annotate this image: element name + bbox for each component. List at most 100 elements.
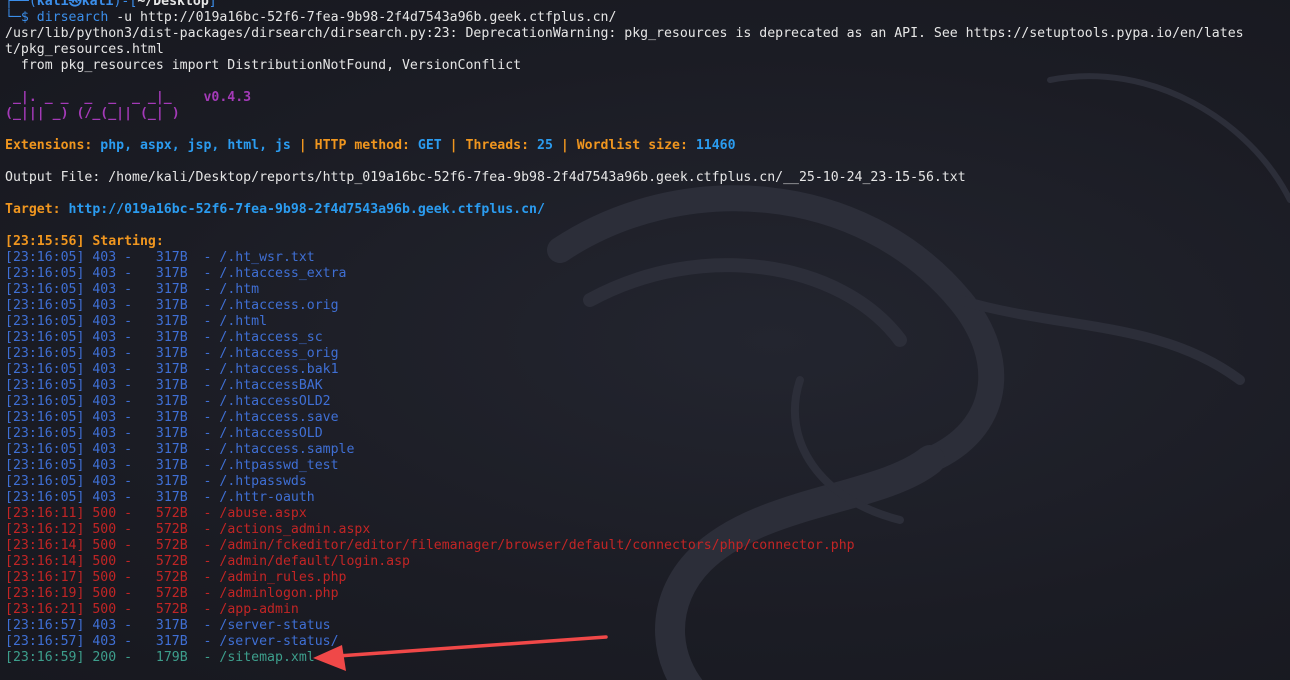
- result-time: [23:16:21]: [5, 602, 85, 617]
- result-size: 317B: [155, 442, 188, 457]
- result-size: 179B: [155, 650, 188, 665]
- result-row: [23:16:05] 403 - 317B - /.htaccessOLD2: [5, 394, 331, 409]
- result-row: [23:16:05] 403 - 317B - /.html: [5, 314, 268, 329]
- result-time: [23:16:57]: [5, 634, 85, 649]
- result-row: [23:16:11] 500 - 572B - /abuse.aspx: [5, 506, 307, 521]
- prompt-line-1: ┌──(kali㉿kali)-[~/Desktop]: [5, 0, 1290, 10]
- warning-line-3: from pkg_resources import DistributionNo…: [5, 58, 522, 73]
- result-size: 572B: [155, 570, 188, 585]
- result-size: 317B: [155, 266, 188, 281]
- result-size: 317B: [155, 250, 188, 265]
- result-path: /abuse.aspx: [219, 506, 307, 521]
- result-path: /.htaccess_orig: [219, 346, 339, 361]
- result-row: [23:16:05] 403 - 317B - /.htaccess_sc: [5, 330, 323, 345]
- result-size: 317B: [155, 330, 188, 345]
- result-row: [23:16:05] 403 - 317B - /.htaccess_orig: [5, 346, 339, 361]
- result-size: 317B: [155, 314, 188, 329]
- result-time: [23:16:14]: [5, 538, 85, 553]
- result-row: [23:16:57] 403 - 317B - /server-status/: [5, 634, 339, 649]
- result-size: 317B: [155, 618, 188, 633]
- result-status: 403: [92, 378, 117, 393]
- result-row: [23:16:59] 200 - 179B - /sitemap.xml: [5, 650, 315, 665]
- result-status: 403: [92, 394, 117, 409]
- result-status: 403: [92, 298, 117, 313]
- result-time: [23:16:05]: [5, 298, 85, 313]
- result-size: 572B: [155, 538, 188, 553]
- extensions-value: php, aspx, jsp, html, js: [100, 138, 291, 153]
- result-row: [23:16:05] 403 - 317B - /.htaccess_extra: [5, 266, 347, 281]
- result-row: [23:16:05] 403 - 317B - /.htm: [5, 282, 260, 297]
- result-time: [23:16:05]: [5, 346, 85, 361]
- result-status: 403: [92, 490, 117, 505]
- result-path: /sitemap.xml: [219, 650, 315, 665]
- threads-label: Threads:: [465, 138, 538, 153]
- result-status: 500: [92, 522, 117, 537]
- result-time: [23:16:05]: [5, 458, 85, 473]
- result-row: [23:16:21] 500 - 572B - /app-admin: [5, 602, 299, 617]
- config-separator: |: [552, 138, 577, 153]
- result-row: [23:16:05] 403 - 317B - /.htaccess.orig: [5, 298, 339, 313]
- result-row: [23:16:57] 403 - 317B - /server-status: [5, 618, 331, 633]
- result-status: 403: [92, 426, 117, 441]
- method-label: HTTP method:: [314, 138, 418, 153]
- prompt-user: kali: [36, 0, 69, 9]
- result-row: [23:16:05] 403 - 317B - /.htpasswds: [5, 474, 307, 489]
- result-size: 317B: [155, 474, 188, 489]
- result-row: [23:16:14] 500 - 572B - /admin/fckeditor…: [5, 538, 855, 553]
- prompt-host: kali: [81, 0, 114, 9]
- result-path: /admin/fckeditor/editor/filemanager/brow…: [219, 538, 855, 553]
- result-path: /.htaccessOLD2: [219, 394, 331, 409]
- result-time: [23:16:05]: [5, 410, 85, 425]
- result-status: 403: [92, 410, 117, 425]
- result-time: [23:16:05]: [5, 378, 85, 393]
- banner-art-line-1: _|. _ _ _ _ _ _|_ v0.4.3: [5, 90, 252, 105]
- result-status: 403: [92, 634, 117, 649]
- warning-line-2: t/pkg_resources.html: [5, 42, 164, 57]
- result-path: /.htaccess_sc: [219, 330, 323, 345]
- terminal-output: ┌──(kali㉿kali)-[~/Desktop] └─$ dirsearch…: [5, 0, 1290, 666]
- result-status: 403: [92, 618, 117, 633]
- terminal-window[interactable]: ┌──(kali㉿kali)-[~/Desktop] └─$ dirsearch…: [0, 0, 1290, 680]
- result-path: /admin/default/login.asp: [219, 554, 410, 569]
- result-path: /.ht_wsr.txt: [219, 250, 315, 265]
- wordlist-value: 11460: [695, 138, 736, 153]
- result-time: [23:16:05]: [5, 474, 85, 489]
- result-size: 317B: [155, 426, 188, 441]
- result-status: 403: [92, 282, 117, 297]
- result-status: 403: [92, 474, 117, 489]
- result-time: [23:16:14]: [5, 554, 85, 569]
- result-row: [23:16:17] 500 - 572B - /admin_rules.php: [5, 570, 347, 585]
- result-path: /.httr-oauth: [219, 490, 315, 505]
- result-status: 403: [92, 266, 117, 281]
- result-path: /actions_admin.aspx: [219, 522, 371, 537]
- command-line[interactable]: └─$ dirsearch -u http://019a16bc-52f6-7f…: [5, 10, 1290, 26]
- result-status: 403: [92, 346, 117, 361]
- result-size: 317B: [155, 458, 188, 473]
- result-size: 572B: [155, 506, 188, 521]
- result-time: [23:16:59]: [5, 650, 85, 665]
- result-status: 500: [92, 506, 117, 521]
- result-path: /.htaccess_extra: [219, 266, 347, 281]
- result-path: /.htaccessBAK: [219, 378, 323, 393]
- prompt-at-symbol: ㉿: [68, 0, 82, 9]
- result-row: [23:16:12] 500 - 572B - /actions_admin.a…: [5, 522, 371, 537]
- result-path: /.htaccess.sample: [219, 442, 355, 457]
- result-row: [23:16:05] 403 - 317B - /.htaccess.sampl…: [5, 442, 355, 457]
- result-status: 403: [92, 458, 117, 473]
- result-status: 500: [92, 602, 117, 617]
- result-size: 572B: [155, 554, 188, 569]
- config-separator: |: [441, 138, 466, 153]
- result-path: /adminlogon.php: [219, 586, 339, 601]
- command-name: dirsearch: [36, 10, 109, 25]
- result-status: 403: [92, 314, 117, 329]
- result-size: 317B: [155, 394, 188, 409]
- target-url: http://019a16bc-52f6-7fea-9b98-2f4d7543a…: [68, 202, 545, 217]
- result-time: [23:16:05]: [5, 282, 85, 297]
- result-time: [23:16:05]: [5, 490, 85, 505]
- result-status: 500: [92, 538, 117, 553]
- result-time: [23:16:19]: [5, 586, 85, 601]
- result-row: [23:16:05] 403 - 317B - /.htaccess.save: [5, 410, 339, 425]
- result-path: /server-status: [219, 618, 331, 633]
- result-row: [23:16:14] 500 - 572B - /admin/default/l…: [5, 554, 410, 569]
- result-path: /.htpasswd_test: [219, 458, 339, 473]
